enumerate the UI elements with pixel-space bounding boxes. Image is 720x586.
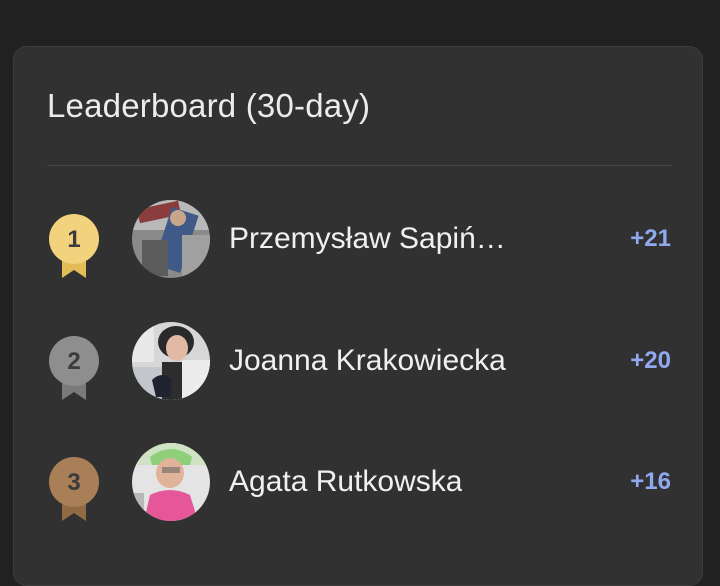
gold-medal-icon: 1	[47, 214, 101, 280]
score-delta: +20	[630, 347, 671, 374]
leaderboard-row-3[interactable]: 3 Agata Rutkowska +16	[14, 441, 704, 531]
score-delta: +16	[630, 468, 671, 495]
avatar[interactable]	[132, 322, 210, 400]
avatar[interactable]	[132, 200, 210, 278]
player-name: Agata Rutkowska	[229, 465, 463, 498]
avatar[interactable]	[132, 443, 210, 521]
bronze-medal-icon: 3	[47, 457, 101, 523]
score-delta: +21	[630, 225, 671, 252]
silver-medal-icon: 2	[47, 336, 101, 402]
rank-number: 2	[67, 348, 81, 375]
leaderboard-row-2[interactable]: 2 Joanna Krakowiecka +20	[14, 320, 704, 410]
player-name: Joanna Krakowiecka	[229, 344, 506, 377]
leaderboard-row-1[interactable]: 1 Przemysław Sapiń… +21	[14, 198, 704, 288]
player-name: Przemysław Sapiń…	[229, 222, 506, 255]
divider	[47, 165, 672, 166]
rank-number: 3	[67, 469, 81, 496]
leaderboard-title: Leaderboard (30-day)	[47, 87, 371, 124]
leaderboard-card: Leaderboard (30-day) 1 Przemysław Sapiń……	[13, 46, 703, 586]
rank-number: 1	[67, 226, 81, 253]
